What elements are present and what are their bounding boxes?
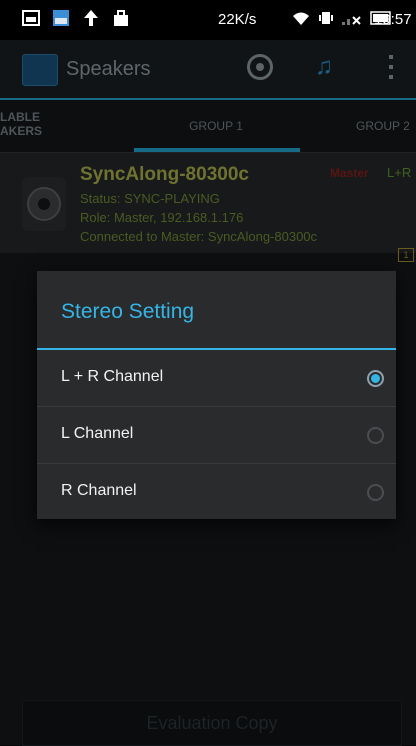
device-status: Status: SYNC-PLAYING [80,191,220,206]
bag-icon [114,10,128,26]
app-title: Speakers [66,58,151,80]
stereo-setting-dialog: Stereo Setting L + R Channel L Channel R… [37,271,396,519]
device-count-badge: 1 [398,248,414,262]
radio-button-checked[interactable] [367,370,384,387]
vibrate-icon [319,12,333,24]
clock: 19:57 [374,11,412,28]
upload-arrow-icon [84,10,98,26]
radio-button[interactable] [367,484,384,501]
tab-group-1[interactable]: GROUP 1 [132,100,300,152]
photo-icon [53,10,69,26]
gallery-icon [22,10,40,26]
status-bar: 22K/s 19:57 [0,0,416,40]
dialog-title: Stereo Setting [61,300,195,323]
device-connected: Connected to Master: SyncAlong-80300c [80,229,318,244]
option-label: L Channel [61,425,134,442]
radio-button[interactable] [367,427,384,444]
tab-bar: LABLE AKERS GROUP 1 GROUP 2 [0,100,416,153]
speaker-device-icon [22,177,66,231]
signal-icon [342,16,361,25]
device-channel[interactable]: L+R [387,165,411,180]
tab-group-2[interactable]: GROUP 2 [356,100,416,152]
device-name: SyncAlong-80300c [80,164,249,185]
option-l-channel[interactable]: L Channel [37,407,396,464]
notification-icons [22,9,130,27]
option-r-channel[interactable]: R Channel [37,464,396,520]
speaker-card[interactable]: SyncAlong-80300c Status: SYNC-PLAYING Ro… [0,153,416,262]
option-label: R Channel [61,482,137,499]
app-logo[interactable] [22,54,58,86]
tab-indicator [134,148,300,152]
device-mode-badge: Master [330,166,369,180]
evaluation-copy-button[interactable]: Evaluation Copy [22,700,402,746]
overflow-menu-icon[interactable] [389,55,393,81]
device-role: Role: Master, 192.168.1.176 [80,210,244,225]
speaker-icon[interactable] [247,54,273,80]
wifi-icon [293,12,309,25]
option-lr-channel[interactable]: L + R Channel [37,350,396,407]
action-bar: Speakers ♫ [0,40,416,100]
option-label: L + R Channel [61,368,164,385]
network-speed: 22K/s [218,11,257,28]
music-note-icon[interactable]: ♫ [315,53,333,81]
